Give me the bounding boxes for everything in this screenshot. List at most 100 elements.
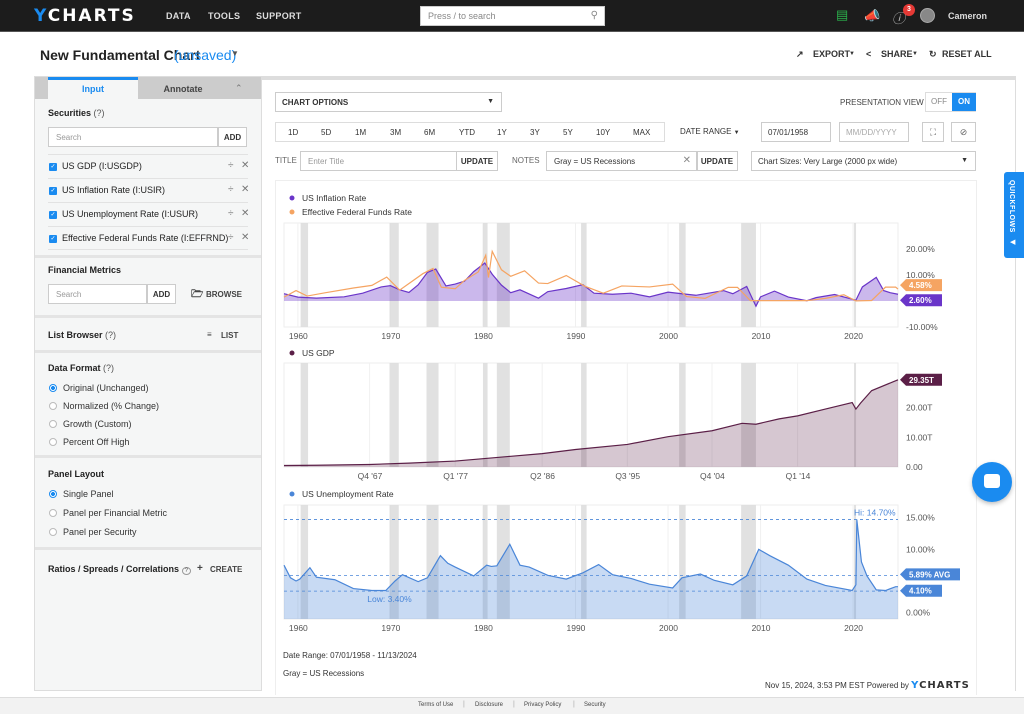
range-3m[interactable]: 3M	[390, 128, 401, 137]
radio-single-panel[interactable]	[49, 490, 57, 498]
x-tick-unemployment: 2010	[752, 623, 771, 633]
securities-search-input[interactable]: Search	[48, 127, 218, 147]
footer-privacy-link[interactable]: Privacy Policy	[524, 702, 561, 708]
reset-all-button[interactable]: RESET ALL	[942, 49, 992, 59]
chart-options-dropdown[interactable]: CHART OPTIONS ▼	[275, 92, 502, 112]
footer-security-link[interactable]: Security	[584, 702, 606, 708]
option-percent-off-high[interactable]: Percent Off High	[63, 437, 129, 447]
footer-disclosure-link[interactable]: Disclosure	[475, 702, 503, 708]
range-10y[interactable]: 10Y	[596, 128, 610, 137]
option-single-panel[interactable]: Single Panel	[63, 489, 114, 499]
notes-update-button[interactable]: UPDATE	[696, 151, 738, 171]
chat-message-icon[interactable]: ▤	[836, 7, 848, 23]
reorder-icon[interactable]: ÷	[228, 160, 234, 171]
tab-annotate[interactable]: Annotate	[138, 77, 228, 99]
remove-icon[interactable]: ✕	[241, 232, 249, 243]
option-panel-per-security[interactable]: Panel per Security	[63, 527, 137, 537]
browse-folder-icon[interactable]: 🗁	[191, 287, 203, 304]
radio-percent-off-high[interactable]	[49, 438, 57, 446]
ratios-help-icon[interactable]: ?	[181, 567, 191, 575]
list-button[interactable]: LIST	[221, 331, 238, 340]
start-date-input[interactable]: 07/01/1958	[761, 122, 831, 142]
add-security-button[interactable]: ADD	[218, 127, 247, 147]
browse-button[interactable]: BROWSE	[206, 290, 242, 299]
support-chat-button[interactable]	[972, 462, 1012, 502]
notes-input[interactable]: Gray = US Recessions ✕	[546, 151, 698, 171]
reorder-icon[interactable]: ÷	[228, 184, 234, 195]
toggle-off[interactable]: OFF	[926, 93, 952, 111]
radio-original[interactable]	[49, 384, 57, 392]
add-metric-button[interactable]: ADD	[147, 284, 176, 304]
ycharts-logo[interactable]: YCHARTS	[34, 6, 136, 26]
collapse-icon[interactable]: ⌃	[235, 83, 243, 94]
list-browser-help[interactable]: (?)	[105, 330, 116, 340]
megaphone-icon[interactable]: 📣	[864, 8, 880, 24]
range-1y[interactable]: 1Y	[497, 128, 507, 137]
create-button[interactable]: CREATE	[210, 565, 242, 574]
checkbox[interactable]: ✓	[49, 235, 57, 243]
remove-icon[interactable]: ✕	[241, 160, 249, 171]
metrics-search-input[interactable]: Search	[48, 284, 147, 304]
date-range-dropdown[interactable]: DATE RANGE ▼	[680, 127, 740, 136]
clear-notes-icon[interactable]: ✕	[683, 155, 691, 166]
radio-normalized[interactable]	[49, 402, 57, 410]
option-growth[interactable]: Growth (Custom)	[63, 419, 132, 429]
range-max[interactable]: MAX	[633, 128, 650, 137]
range-1m[interactable]: 1M	[355, 128, 366, 137]
range-5y[interactable]: 5Y	[563, 128, 573, 137]
option-panel-per-metric[interactable]: Panel per Financial Metric	[63, 508, 167, 518]
reorder-icon[interactable]: ÷	[228, 232, 234, 243]
footer-terms-link[interactable]: Terms of Use	[418, 702, 453, 708]
export-icon[interactable]: ↗	[796, 49, 804, 60]
tab-input[interactable]: Input	[48, 77, 138, 99]
title-input[interactable]: Enter Title	[300, 151, 457, 171]
unsaved-status[interactable]: (unsaved)	[174, 47, 236, 63]
range-6m[interactable]: 6M	[424, 128, 435, 137]
securities-help[interactable]: (?)	[94, 108, 105, 118]
presentation-view-toggle[interactable]: OFF ON	[925, 92, 976, 112]
plot-area-rates	[283, 222, 899, 328]
legend-marker-inflation	[289, 195, 295, 201]
title-dropdown-icon[interactable]: ▼	[231, 49, 239, 58]
range-5d[interactable]: 5D	[321, 128, 331, 137]
radio-panel-per-metric[interactable]	[49, 509, 57, 517]
fullscreen-icon[interactable]: ⛶	[922, 122, 944, 142]
share-dropdown-icon[interactable]: ▼	[912, 51, 918, 57]
checkbox[interactable]: ✓	[49, 163, 57, 171]
nav-data[interactable]: DATA	[166, 11, 191, 21]
chart-svg[interactable]: US Inflation Rate Effective Federal Funds…	[276, 181, 978, 696]
quickflows-tab[interactable]: QUICKFLOWS ◀	[1004, 172, 1024, 258]
export-button[interactable]: EXPORT	[813, 49, 850, 59]
data-format-help[interactable]: (?)	[103, 363, 114, 373]
user-avatar[interactable]	[920, 8, 935, 23]
remove-icon[interactable]: ✕	[241, 184, 249, 195]
global-search-input[interactable]: Press / to search ⚲	[420, 6, 605, 26]
checkbox[interactable]: ✓	[49, 211, 57, 219]
range-1d[interactable]: 1D	[288, 128, 298, 137]
remove-icon[interactable]: ✕	[241, 208, 249, 219]
reset-icon[interactable]: ↻	[929, 49, 937, 60]
nav-support[interactable]: SUPPORT	[256, 11, 302, 21]
reorder-icon[interactable]: ÷	[228, 208, 234, 219]
range-3y[interactable]: 3Y	[530, 128, 540, 137]
range-ytd[interactable]: YTD	[459, 128, 475, 137]
hide-eye-icon[interactable]: ⊘	[951, 122, 976, 142]
option-normalized[interactable]: Normalized (% Change)	[63, 401, 159, 411]
radio-growth[interactable]	[49, 420, 57, 428]
checkbox[interactable]: ✓	[49, 187, 57, 195]
list-icon[interactable]: ≡	[207, 330, 212, 339]
create-plus-icon[interactable]: +	[197, 563, 203, 574]
share-icon[interactable]: <	[866, 49, 871, 59]
export-dropdown-icon[interactable]: ▼	[849, 51, 855, 57]
share-button[interactable]: SHARE	[881, 49, 913, 59]
nav-tools[interactable]: TOOLS	[208, 11, 240, 21]
chart-notes: Gray = US Recessions	[283, 669, 365, 678]
toggle-on[interactable]: ON	[952, 93, 976, 111]
option-original[interactable]: Original (Unchanged)	[63, 383, 149, 393]
username[interactable]: Cameron	[948, 11, 987, 21]
title-update-button[interactable]: UPDATE	[456, 151, 498, 171]
end-date-input[interactable]: MM/DD/YYYY	[839, 122, 909, 142]
chart-size-select[interactable]: Chart Sizes: Very Large (2000 px wide) ▼	[751, 151, 976, 171]
legend-gdp: US GDP	[302, 348, 335, 358]
radio-panel-per-security[interactable]	[49, 528, 57, 536]
